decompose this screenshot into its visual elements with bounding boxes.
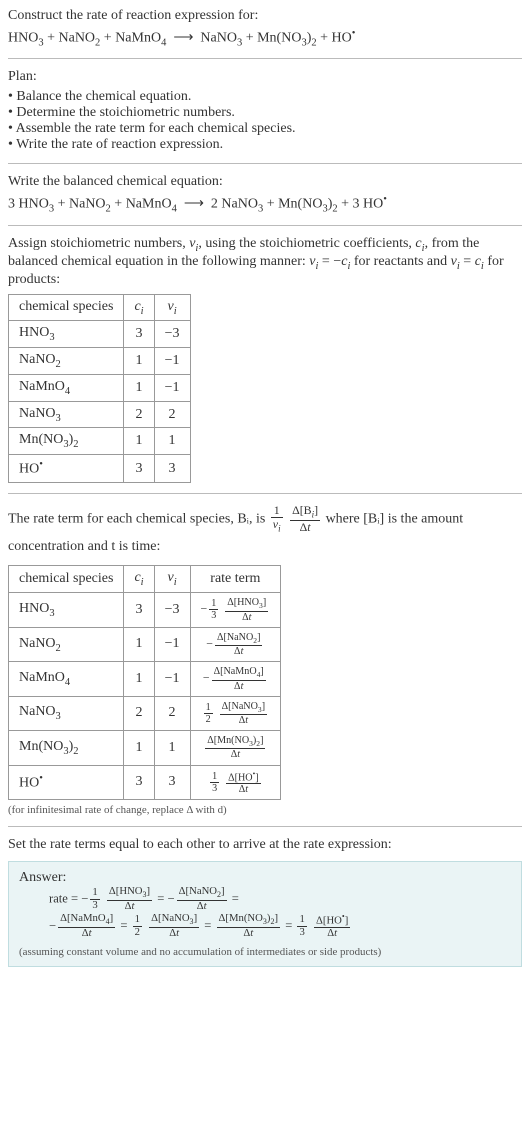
col-species: chemical species (9, 566, 124, 593)
plan-item: Assemble the rate term for each chemical… (8, 121, 522, 137)
cell-nu: 2 (154, 696, 190, 730)
divider (8, 826, 522, 827)
answer-note: (assuming constant volume and no accumul… (19, 946, 511, 958)
cell-species: Mn(NO3)2 (9, 731, 124, 765)
divider (8, 225, 522, 226)
cell-species: NaNO2 (9, 348, 124, 375)
col-c: ci (124, 294, 154, 321)
plan-item: Determine the stoichiometric numbers. (8, 105, 522, 121)
cell-species: HO• (9, 455, 124, 483)
table-row: NaNO3 2 2 12 Δ[NaNO3]Δt (9, 696, 281, 730)
rate-expression: rate = −13 Δ[HNO3]Δt = −Δ[NaNO2]Δt = −Δ[… (49, 886, 511, 940)
set-equal-text: Set the rate terms equal to each other t… (8, 837, 522, 853)
cell-nu: 3 (154, 455, 190, 483)
cell-species: Mn(NO3)2 (9, 428, 124, 455)
divider (8, 58, 522, 59)
cell-species: NaNO2 (9, 627, 124, 661)
cell-species: HNO3 (9, 593, 124, 627)
cell-nu: −1 (154, 627, 190, 661)
cell-nu: 3 (154, 765, 190, 800)
plan-list: Balance the chemical equation. Determine… (8, 89, 522, 153)
cell-rate-term: Δ[Mn(NO3)2]Δt (190, 731, 281, 765)
cell-c: 3 (124, 593, 154, 627)
cell-nu: 1 (154, 731, 190, 765)
cell-c: 1 (124, 348, 154, 375)
col-term: rate term (190, 566, 281, 593)
frac-one-over-nu: 1 νi (271, 504, 283, 534)
table-row: HNO3 3 −3 (9, 321, 191, 348)
answer-label: Answer: (19, 870, 511, 886)
answer-box: Answer: rate = −13 Δ[HNO3]Δt = −Δ[NaNO2]… (8, 861, 522, 967)
divider (8, 163, 522, 164)
cell-nu: −1 (154, 374, 190, 401)
balanced-title: Write the balanced chemical equation: (8, 174, 522, 190)
col-c: ci (124, 566, 154, 593)
cell-c: 3 (124, 455, 154, 483)
prompt-title: Construct the rate of reaction expressio… (8, 8, 522, 24)
table-row: HO• 3 3 (9, 455, 191, 483)
col-nu: νi (154, 566, 190, 593)
cell-nu: 2 (154, 401, 190, 428)
cell-nu: 1 (154, 428, 190, 455)
table-row: HO• 3 3 13 Δ[HO•]Δt (9, 765, 281, 800)
table-row: Mn(NO3)2 1 1 Δ[Mn(NO3)2]Δt (9, 731, 281, 765)
cell-rate-term: −Δ[NaMnO4]Δt (190, 662, 281, 696)
cell-species: NaMnO4 (9, 374, 124, 401)
table-row: NaNO3 2 2 (9, 401, 191, 428)
table-header-row: chemical species ci νi (9, 294, 191, 321)
balanced-equation: 3 HNO3 + NaNO2 + NaMnO4 ⟶ 2 NaNO3 + Mn(N… (8, 194, 522, 214)
col-species: chemical species (9, 294, 124, 321)
table-header-row: chemical species ci νi rate term (9, 566, 281, 593)
table-row: Mn(NO3)2 1 1 (9, 428, 191, 455)
cell-c: 3 (124, 321, 154, 348)
rate-intro-text-a: The rate term for each chemical species,… (8, 511, 269, 526)
divider (8, 493, 522, 494)
plan-item: Write the rate of reaction expression. (8, 137, 522, 153)
col-nu: νi (154, 294, 190, 321)
unbalanced-equation: HNO3 + NaNO2 + NaMnO4 ⟶ NaNO3 + Mn(NO3)2… (8, 28, 522, 48)
cell-species: NaNO3 (9, 401, 124, 428)
cell-species: HNO3 (9, 321, 124, 348)
frac-den: νi (271, 518, 283, 534)
frac-den: Δt (290, 521, 320, 534)
cell-rate-term: −13 Δ[HNO3]Δt (190, 593, 281, 627)
cell-c: 2 (124, 401, 154, 428)
cell-c: 1 (124, 374, 154, 401)
cell-nu: −3 (154, 321, 190, 348)
frac-num: Δ[Bi] (290, 504, 320, 521)
table-row: NaMnO4 1 −1 (9, 374, 191, 401)
cell-c: 1 (124, 428, 154, 455)
table-row: HNO3 3 −3 −13 Δ[HNO3]Δt (9, 593, 281, 627)
frac-num: 1 (271, 504, 283, 518)
cell-nu: −1 (154, 662, 190, 696)
cell-c: 3 (124, 765, 154, 800)
rate-intro: The rate term for each chemical species,… (8, 504, 522, 559)
cell-c: 1 (124, 731, 154, 765)
table-row: NaNO2 1 −1 −Δ[NaNO2]Δt (9, 627, 281, 661)
cell-c: 1 (124, 662, 154, 696)
cell-nu: −1 (154, 348, 190, 375)
cell-c: 1 (124, 627, 154, 661)
cell-species: HO• (9, 765, 124, 800)
plan-item: Balance the chemical equation. (8, 89, 522, 105)
frac-dbi-dt: Δ[Bi] Δt (290, 504, 320, 534)
cell-species: NaMnO4 (9, 662, 124, 696)
infinitesimal-note: (for infinitesimal rate of change, repla… (8, 804, 522, 816)
cell-rate-term: −Δ[NaNO2]Δt (190, 627, 281, 661)
stoich-intro: Assign stoichiometric numbers, νi, using… (8, 236, 522, 288)
cell-rate-term: 12 Δ[NaNO3]Δt (190, 696, 281, 730)
stoich-table: chemical species ci νi HNO3 3 −3 NaNO2 1… (8, 294, 191, 483)
cell-nu: −3 (154, 593, 190, 627)
table-row: NaMnO4 1 −1 −Δ[NaMnO4]Δt (9, 662, 281, 696)
plan-title: Plan: (8, 69, 522, 85)
cell-rate-term: 13 Δ[HO•]Δt (190, 765, 281, 800)
cell-species: NaNO3 (9, 696, 124, 730)
table-row: NaNO2 1 −1 (9, 348, 191, 375)
rate-table: chemical species ci νi rate term HNO3 3 … (8, 565, 281, 800)
cell-c: 2 (124, 696, 154, 730)
